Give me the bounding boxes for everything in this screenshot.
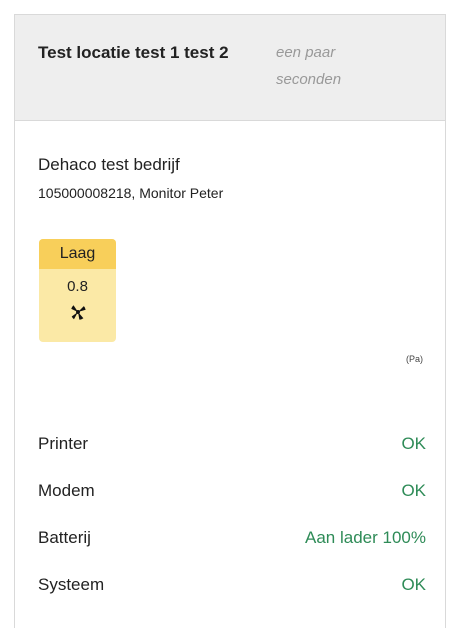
status-label: Batterij bbox=[38, 528, 91, 547]
fan-icon bbox=[70, 305, 86, 320]
status-row-battery: Batterij Aan lader 100% bbox=[38, 528, 426, 575]
status-row-system: Systeem OK bbox=[38, 575, 426, 622]
last-update-time: een paar seconden bbox=[276, 44, 342, 88]
status-label: Printer bbox=[38, 434, 89, 453]
status-value: Aan lader 100% bbox=[305, 528, 426, 547]
status-label: Modem bbox=[38, 481, 95, 500]
status-label: Systeem bbox=[38, 575, 105, 594]
pressure-tile[interactable]: Laag 0.8 bbox=[39, 239, 116, 342]
status-row-modem: Modem OK bbox=[38, 481, 426, 528]
location-title[interactable]: Test locatie test 1 test 2 bbox=[38, 39, 258, 66]
device-card: Test locatie test 1 test 2 een paar seco… bbox=[14, 14, 446, 628]
status-value: OK bbox=[401, 575, 426, 594]
pressure-level-label: Laag bbox=[39, 239, 116, 269]
status-value: OK bbox=[401, 434, 426, 453]
status-value: OK bbox=[401, 481, 426, 500]
company-name: Dehaco test bedrijf bbox=[38, 155, 180, 174]
card-header: Test locatie test 1 test 2 een paar seco… bbox=[15, 15, 445, 121]
status-row-printer: Printer OK bbox=[38, 434, 426, 481]
status-list: Printer OK Modem OK Batterij Aan lader 1… bbox=[38, 434, 426, 622]
device-info: 105000008218, Monitor Peter bbox=[38, 185, 224, 201]
pressure-unit: (Pa) bbox=[405, 354, 423, 364]
pressure-value: 0.8 bbox=[67, 278, 88, 295]
